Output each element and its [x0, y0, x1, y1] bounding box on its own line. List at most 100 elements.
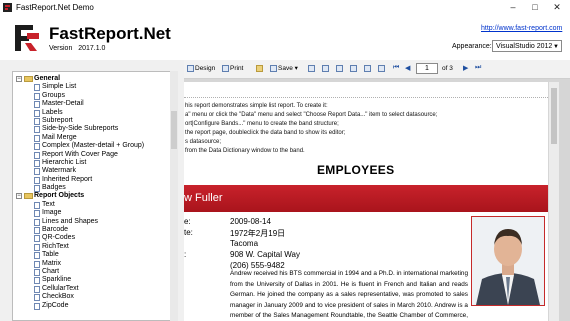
report-file-icon: [34, 117, 40, 125]
print-button[interactable]: Print: [222, 64, 243, 74]
tree-item[interactable]: Groups: [13, 92, 171, 100]
email-icon: [308, 64, 315, 72]
preview-scroll-thumb[interactable]: [551, 88, 557, 144]
field-value: Tacoma: [230, 239, 259, 248]
close-button[interactable]: ✕: [546, 1, 568, 13]
tree-item[interactable]: Report With Cover Page: [13, 151, 171, 159]
website-link[interactable]: http://www.fast-report.com: [481, 25, 562, 32]
description-line: a" menu or click the "Data" menu and sel…: [185, 112, 438, 118]
report-file-icon: [34, 143, 40, 151]
page-header-band: [184, 86, 548, 98]
report-file-icon: [34, 252, 40, 260]
report-description: his report demonstrates simple list repo…: [185, 102, 437, 156]
tree-item[interactable]: Badges: [13, 184, 171, 193]
tree-item[interactable]: RichText: [13, 243, 171, 251]
chevron-down-icon: ▼: [553, 44, 559, 50]
description-line: ort|Configure Bands..." menu to create t…: [185, 121, 339, 127]
maximize-button[interactable]: □: [524, 1, 546, 13]
report-file-icon: [34, 268, 40, 276]
field-value: 1972年2月19日: [230, 229, 286, 238]
tree-scroll-thumb[interactable]: [171, 111, 177, 149]
description-line: s datasource;: [185, 139, 222, 145]
tree-item[interactable]: Hierarchic List: [13, 159, 171, 167]
report-file-icon: [34, 277, 40, 285]
collapse-icon[interactable]: −: [16, 76, 22, 82]
field-label: :: [184, 250, 187, 259]
tree-group[interactable]: − Report Objects: [13, 192, 171, 200]
tree-item[interactable]: Watermark: [13, 167, 171, 176]
tree-item[interactable]: Complex (Master-detail + Group): [13, 142, 171, 151]
folder-icon: [24, 76, 33, 82]
report-file-icon: [34, 302, 40, 310]
preview-scrollbar[interactable]: [549, 82, 559, 321]
field-value: 2009-08-14: [230, 217, 271, 226]
tree-item[interactable]: Image: [13, 209, 171, 218]
tree-item[interactable]: Lines and Shapes: [13, 218, 171, 226]
next-page-button[interactable]: ▶: [463, 64, 468, 72]
product-name: FastReport.Net: [49, 24, 171, 43]
find-button[interactable]: [322, 64, 330, 74]
report-file-icon: [34, 285, 40, 293]
appearance-dropdown[interactable]: VisualStudio 2012 ▼: [492, 40, 562, 52]
report-file-icon: [34, 185, 40, 193]
report-file-icon: [34, 176, 40, 184]
tree-item[interactable]: Master-Detail: [13, 100, 171, 109]
tree-item[interactable]: Sparkline: [13, 276, 171, 285]
outline-button[interactable]: [350, 64, 358, 74]
folder-icon: [256, 64, 263, 72]
tree-item[interactable]: QR-Codes: [13, 234, 171, 243]
outline-icon: [350, 64, 357, 72]
report-page: his report demonstrates simple list repo…: [184, 82, 548, 321]
tree-item[interactable]: Subreport: [13, 117, 171, 125]
tree-scrollbar[interactable]: [170, 71, 178, 321]
open-button[interactable]: [256, 64, 264, 74]
description-line: his report demonstrates simple list repo…: [185, 103, 328, 109]
description-line: from the Data Dictionary window to the b…: [185, 148, 305, 154]
tree-item[interactable]: Text: [13, 201, 171, 209]
field-label: te:: [184, 228, 193, 237]
tree-item[interactable]: ZipCode: [13, 302, 171, 310]
report-file-icon: [34, 210, 40, 218]
employee-name-band: w Fuller: [184, 185, 548, 212]
tree-item[interactable]: Labels: [13, 109, 171, 117]
preview-toolbar: Design Print Save ▾ ⏮ ◀ 1 of 3 ▶ ⏭: [184, 60, 570, 79]
tree-item[interactable]: Barcode: [13, 226, 171, 235]
page-setup-button[interactable]: [364, 64, 372, 74]
report-file-icon: [34, 260, 40, 268]
report-preview: Design Print Save ▾ ⏮ ◀ 1 of 3 ▶ ⏭ his r…: [184, 60, 570, 321]
page-number-input[interactable]: 1: [416, 63, 438, 74]
tree-item[interactable]: CheckBox: [13, 293, 171, 302]
zoom-button[interactable]: [336, 64, 344, 74]
tree-item[interactable]: Table: [13, 251, 171, 260]
last-page-button[interactable]: ⏭: [475, 64, 481, 72]
email-button[interactable]: [308, 64, 316, 74]
first-page-button[interactable]: ⏮: [393, 64, 399, 72]
edit-page-button[interactable]: [378, 64, 386, 74]
description-line: the report page, doubleclick the data ba…: [185, 130, 346, 136]
window-title: FastReport.Net Demo: [16, 3, 94, 12]
employee-name: w Fuller: [184, 192, 223, 204]
page-setup-icon: [364, 64, 371, 72]
version-label: Version: [49, 45, 73, 52]
collapse-icon[interactable]: −: [16, 193, 22, 200]
tree-item[interactable]: Inherited Report: [13, 176, 171, 184]
tree-item[interactable]: CellularText: [13, 285, 171, 293]
demo-tree[interactable]: − General Simple List Groups Master-Deta…: [12, 71, 172, 321]
app-icon: [3, 3, 12, 12]
tree-item[interactable]: Matrix: [13, 260, 171, 268]
design-button[interactable]: Design: [187, 64, 215, 74]
version-number: 2017.1.0: [78, 45, 106, 52]
report-file-icon: [34, 109, 40, 117]
minimize-button[interactable]: –: [502, 1, 524, 13]
tree-item[interactable]: Mail Merge: [13, 134, 171, 142]
tree-item[interactable]: Side-by-Side Subreports: [13, 125, 171, 134]
tree-item[interactable]: Simple List: [13, 83, 171, 92]
appearance-label: Appearance:: [452, 43, 492, 50]
save-button[interactable]: Save ▾: [270, 64, 298, 74]
report-file-icon: [34, 218, 40, 226]
app-header: FastReport.Net Version 2017.1.0 http://w…: [0, 15, 570, 60]
tree-group[interactable]: − General: [13, 75, 171, 83]
field-label: e:: [184, 217, 191, 226]
previous-page-button[interactable]: ◀: [405, 64, 410, 72]
tree-item[interactable]: Chart: [13, 268, 171, 276]
